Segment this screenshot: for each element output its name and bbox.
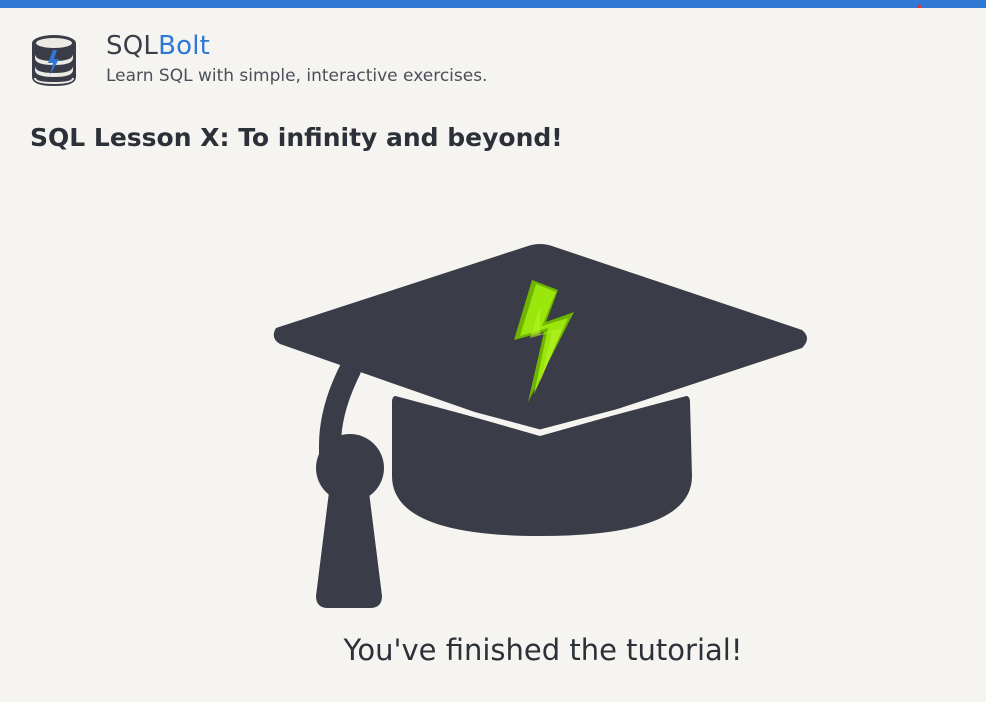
brand-prefix: SQL (106, 31, 159, 61)
completion-message: You've finished the tutorial! (343, 633, 743, 667)
accent-dot (918, 5, 921, 8)
tagline: Learn SQL with simple, interactive exerc… (106, 66, 488, 86)
lesson-title: SQL Lesson X: To infinity and beyond! (30, 123, 563, 152)
top-accent-bar (0, 0, 986, 8)
graduation-cap-bolt-icon (273, 244, 807, 608)
database-bolt-icon (32, 35, 76, 86)
brand-title[interactable]: SQLBolt (106, 31, 210, 61)
brand-suffix: Bolt (158, 31, 211, 61)
